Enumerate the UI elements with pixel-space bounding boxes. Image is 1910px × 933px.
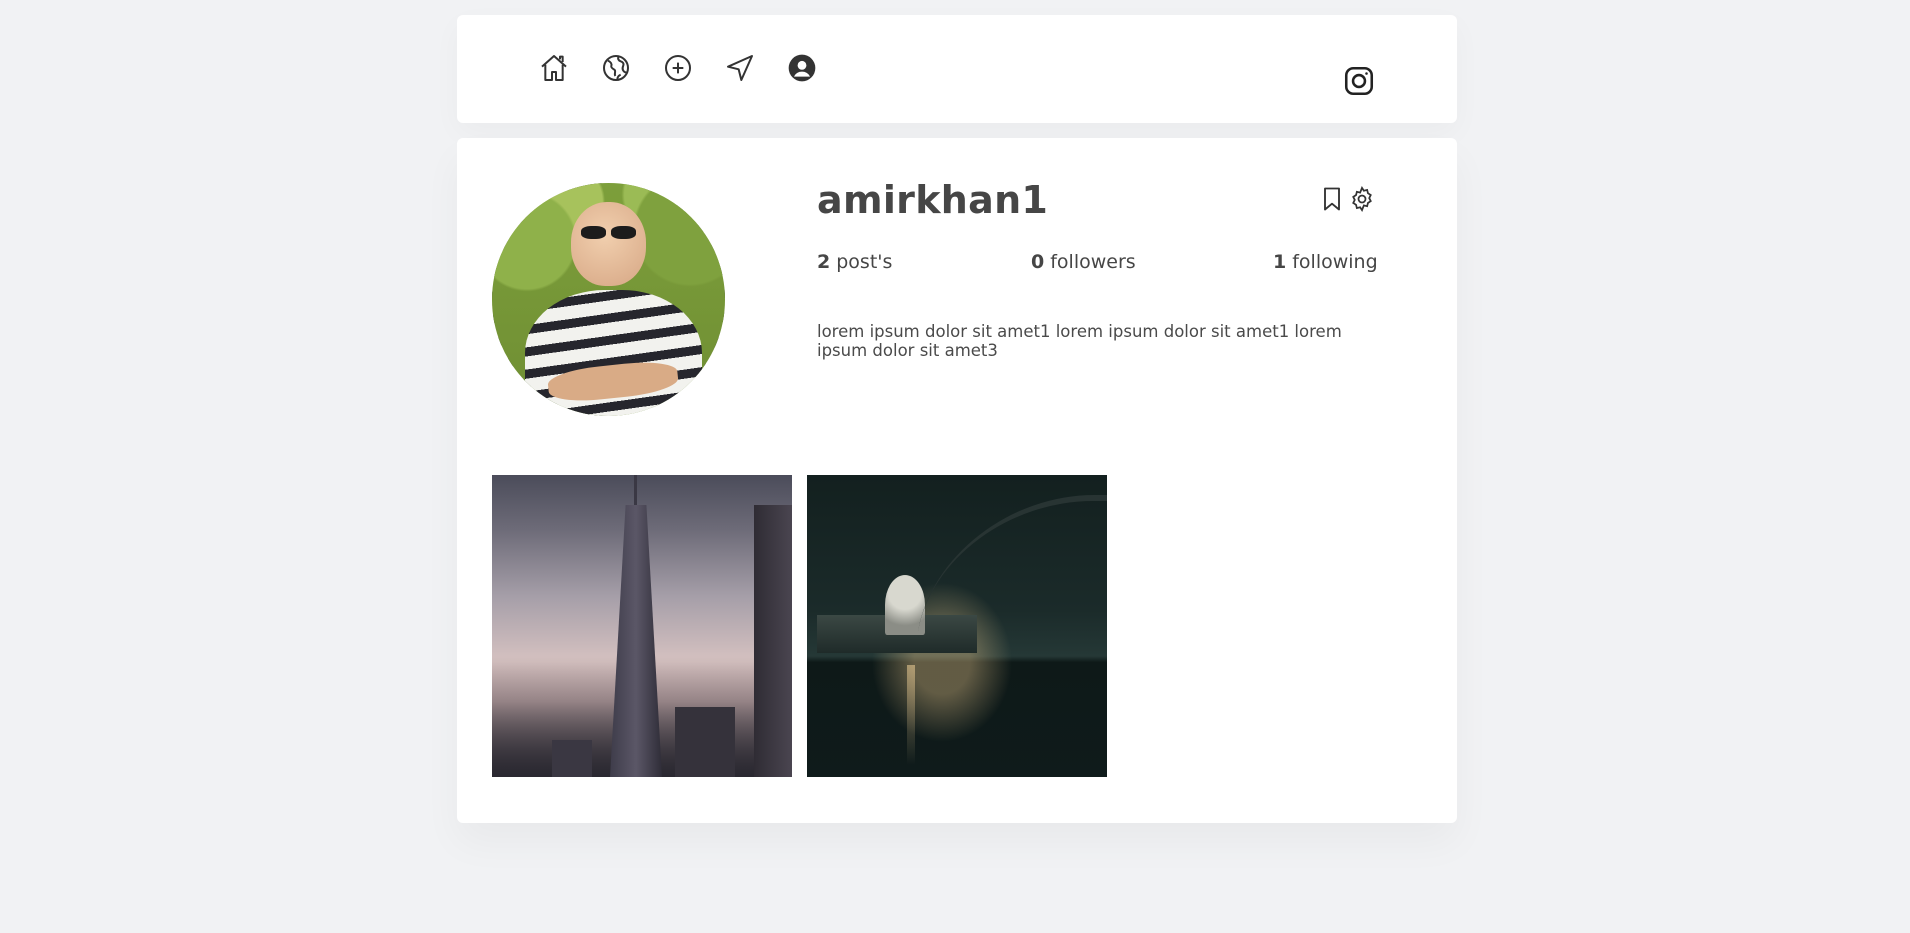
plus-circle-icon[interactable] (660, 50, 696, 86)
followers-count[interactable]: 0 followers (1031, 251, 1136, 273)
home-icon[interactable] (536, 50, 572, 86)
followers-count-value: 0 (1031, 251, 1045, 273)
profile-card: amirkhan1 2 post's 0 followers 1 following … (457, 138, 1457, 823)
following-count-value: 1 (1273, 251, 1287, 273)
posts-count-label: post's (836, 251, 893, 273)
posts-count: 2 post's (817, 251, 892, 273)
profile-actions (1317, 184, 1377, 214)
profile-username: amirkhan1 (817, 178, 1049, 222)
followers-count-label: followers (1050, 251, 1136, 273)
posts-grid (492, 475, 1122, 777)
gear-icon[interactable] (1347, 184, 1377, 214)
post-thumbnail[interactable] (807, 475, 1107, 777)
user-circle-icon[interactable] (784, 50, 820, 86)
post-thumbnail[interactable] (492, 475, 792, 777)
following-count[interactable]: 1 following (1273, 251, 1378, 273)
nav-icon-group (536, 50, 846, 86)
globe-icon[interactable] (598, 50, 634, 86)
posts-count-value: 2 (817, 251, 831, 273)
profile-avatar[interactable] (492, 183, 725, 416)
instagram-icon[interactable] (1342, 64, 1376, 98)
profile-bio: lorem ipsum dolor sit amet1 lorem ipsum … (817, 322, 1342, 360)
navigation-icon[interactable] (722, 50, 758, 86)
bookmark-icon[interactable] (1317, 184, 1347, 214)
following-count-label: following (1292, 251, 1378, 273)
top-navbar (457, 15, 1457, 123)
